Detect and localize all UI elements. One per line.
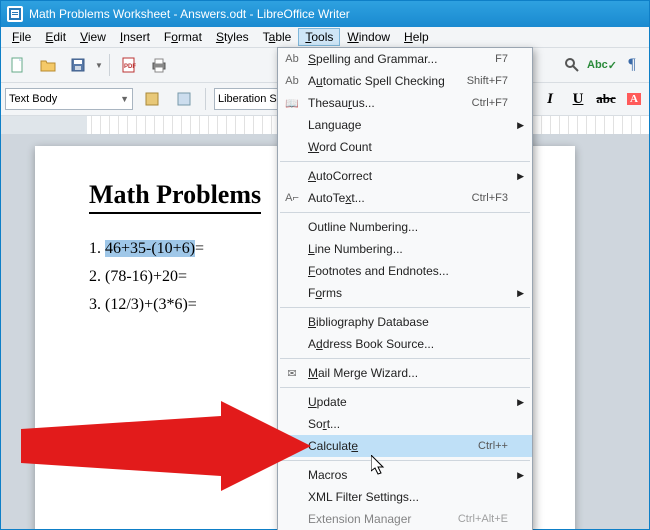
- menu-file[interactable]: File: [5, 28, 38, 46]
- autotext-icon: A⌐: [284, 190, 300, 206]
- submenu-arrow-icon: ▶: [517, 171, 524, 182]
- menu-forms[interactable]: Forms▶: [278, 282, 532, 304]
- menu-insert[interactable]: Insert: [113, 28, 157, 46]
- menu-separator: [280, 460, 530, 461]
- menu-extmgr[interactable]: Extension ManagerCtrl+Alt+E: [278, 508, 532, 530]
- menu-autospell[interactable]: AbAutomatic Spell CheckingShift+F7: [278, 70, 532, 92]
- menu-edit[interactable]: Edit: [38, 28, 73, 46]
- book-icon: 📖: [284, 95, 300, 111]
- font-value: Liberation S: [218, 93, 277, 105]
- submenu-arrow-icon: ▶: [517, 397, 524, 408]
- svg-text:PDF: PDF: [124, 64, 136, 70]
- menu-language[interactable]: Language▶: [278, 114, 532, 136]
- italic-button[interactable]: I: [539, 88, 561, 110]
- chevron-down-icon: ▼: [120, 94, 129, 104]
- export-pdf-button[interactable]: PDF: [116, 52, 142, 78]
- menu-separator: [280, 387, 530, 388]
- menu-macros[interactable]: Macros▶: [278, 464, 532, 486]
- menu-thesaurus[interactable]: 📖Thesaurus...Ctrl+F7: [278, 92, 532, 114]
- window-title: Math Problems Worksheet - Answers.odt - …: [29, 7, 350, 21]
- spellcheck-button[interactable]: Abc✓: [589, 52, 615, 78]
- menu-window[interactable]: Window: [340, 28, 397, 46]
- menu-linenum[interactable]: Line Numbering...: [278, 238, 532, 260]
- menu-format[interactable]: Format: [157, 28, 209, 46]
- menu-autotext[interactable]: A⌐AutoText...Ctrl+F3: [278, 187, 532, 209]
- menu-help[interactable]: Help: [397, 28, 436, 46]
- underline-button[interactable]: U: [567, 88, 589, 110]
- menubar: File Edit View Insert Format Styles Tabl…: [1, 27, 649, 48]
- menu-styles[interactable]: Styles: [209, 28, 256, 46]
- submenu-arrow-icon: ▶: [517, 470, 524, 481]
- menu-sort[interactable]: Sort...: [278, 413, 532, 435]
- submenu-arrow-icon: ▶: [517, 120, 524, 131]
- titlebar: Math Problems Worksheet - Answers.odt - …: [1, 1, 649, 27]
- autospell-icon: Ab: [284, 73, 300, 89]
- formatting-marks-button[interactable]: ¶: [619, 52, 645, 78]
- new-style-button[interactable]: [171, 86, 197, 112]
- selection: 46+35-(10+6): [105, 240, 195, 257]
- menu-autocorrect[interactable]: AutoCorrect▶: [278, 165, 532, 187]
- app-icon: [7, 6, 23, 22]
- menu-footnotes[interactable]: Footnotes and Endnotes...: [278, 260, 532, 282]
- mail-icon: ✉: [284, 365, 300, 381]
- strike-button[interactable]: abc: [595, 88, 617, 110]
- menu-mailmerge[interactable]: ✉Mail Merge Wizard...: [278, 362, 532, 384]
- open-button[interactable]: [35, 52, 61, 78]
- update-style-button[interactable]: [139, 86, 165, 112]
- menu-separator: [280, 212, 530, 213]
- spellcheck-icon: Ab: [284, 51, 300, 67]
- new-button[interactable]: [5, 52, 31, 78]
- menu-spelling[interactable]: AbSpelling and Grammar...F7: [278, 48, 532, 70]
- paragraph-style-value: Text Body: [9, 93, 57, 105]
- menu-view[interactable]: View: [73, 28, 113, 46]
- print-button[interactable]: [146, 52, 172, 78]
- menu-table[interactable]: Table: [256, 28, 299, 46]
- app-window: Math Problems Worksheet - Answers.odt - …: [0, 0, 650, 530]
- menu-xml[interactable]: XML Filter Settings...: [278, 486, 532, 508]
- menu-wordcount[interactable]: Word Count: [278, 136, 532, 158]
- menu-separator: [280, 358, 530, 359]
- submenu-arrow-icon: ▶: [517, 288, 524, 299]
- find-button[interactable]: [559, 52, 585, 78]
- highlight-button[interactable]: A: [623, 88, 645, 110]
- paragraph-style-combo[interactable]: Text Body ▼: [5, 88, 133, 110]
- menu-outline[interactable]: Outline Numbering...: [278, 216, 532, 238]
- menu-separator: [280, 161, 530, 162]
- menu-address[interactable]: Address Book Source...: [278, 333, 532, 355]
- doc-heading: Math Problems: [89, 180, 261, 214]
- menu-update[interactable]: Update▶: [278, 391, 532, 413]
- menu-calculate[interactable]: CalculateCtrl++: [278, 435, 532, 457]
- menu-biblio[interactable]: Bibliography Database: [278, 311, 532, 333]
- save-button[interactable]: [65, 52, 91, 78]
- menu-tools[interactable]: Tools: [298, 28, 340, 46]
- tools-menu: AbSpelling and Grammar...F7 AbAutomatic …: [277, 47, 533, 530]
- menu-separator: [280, 307, 530, 308]
